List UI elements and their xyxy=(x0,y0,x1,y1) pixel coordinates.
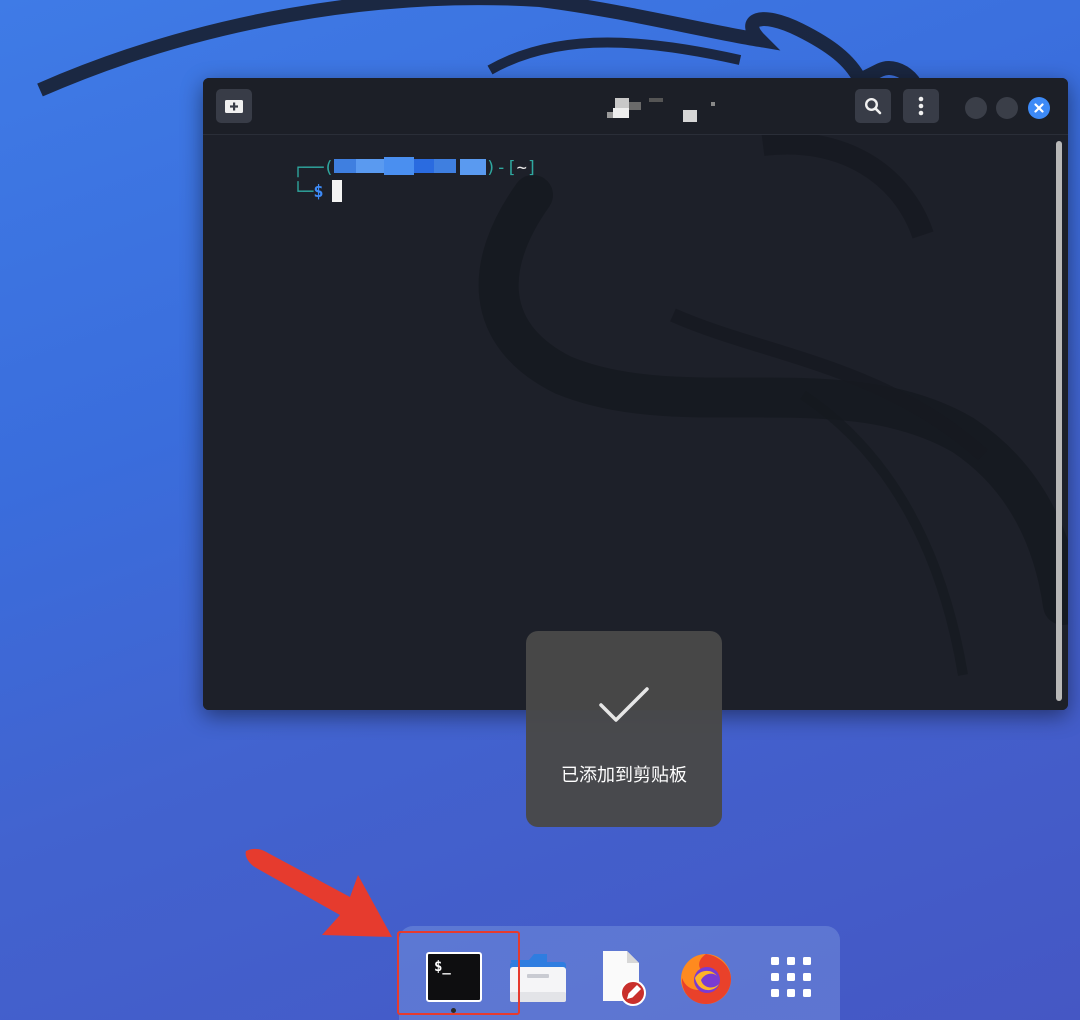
maximize-button[interactable] xyxy=(996,97,1018,119)
terminal-titlebar[interactable] xyxy=(203,78,1068,135)
minimize-button[interactable] xyxy=(965,97,987,119)
prompt-corner: └─ xyxy=(292,182,314,202)
terminal-content[interactable]: ┌──()-[~] └─$ xyxy=(203,135,1068,710)
firefox-icon xyxy=(681,954,731,1004)
terminal-window[interactable]: ┌──()-[~] └─$ xyxy=(203,78,1068,710)
dock-app-grid[interactable] xyxy=(760,946,822,1008)
menu-button[interactable] xyxy=(903,89,939,123)
new-tab-button[interactable] xyxy=(216,89,252,123)
text-cursor xyxy=(331,180,342,202)
current-directory: ~ xyxy=(516,158,527,178)
close-icon xyxy=(1034,103,1044,113)
search-button[interactable] xyxy=(855,89,891,123)
running-indicator xyxy=(451,1008,456,1013)
toast-message: 已添加到剪贴板 xyxy=(561,765,687,786)
dock-text-editor[interactable] xyxy=(590,946,652,1008)
kebab-menu-icon xyxy=(918,96,924,116)
prompt-dollar: $ xyxy=(313,182,324,202)
desktop: ┌──()-[~] └─$ 已添加到剪贴板 $_ xyxy=(0,0,1080,1020)
app-grid-icon xyxy=(771,957,811,997)
search-icon xyxy=(864,97,882,115)
new-tab-icon xyxy=(225,100,243,113)
window-title-redacted xyxy=(603,98,723,122)
text-editor-icon xyxy=(603,951,646,1006)
scrollbar[interactable] xyxy=(1056,141,1062,701)
dock-firefox[interactable] xyxy=(675,946,737,1008)
checkmark-icon xyxy=(599,687,649,722)
prompt-user-redacted xyxy=(333,157,486,175)
clipboard-toast: 已添加到剪贴板 xyxy=(526,631,722,827)
terminal-highlight-box xyxy=(397,931,520,1015)
prompt-end: ] xyxy=(526,158,538,178)
close-button[interactable] xyxy=(1028,97,1050,119)
prompt-line-2: └─$ xyxy=(211,160,342,222)
prompt-close: )-[ xyxy=(485,158,517,178)
annotation-arrow-icon xyxy=(245,848,392,937)
